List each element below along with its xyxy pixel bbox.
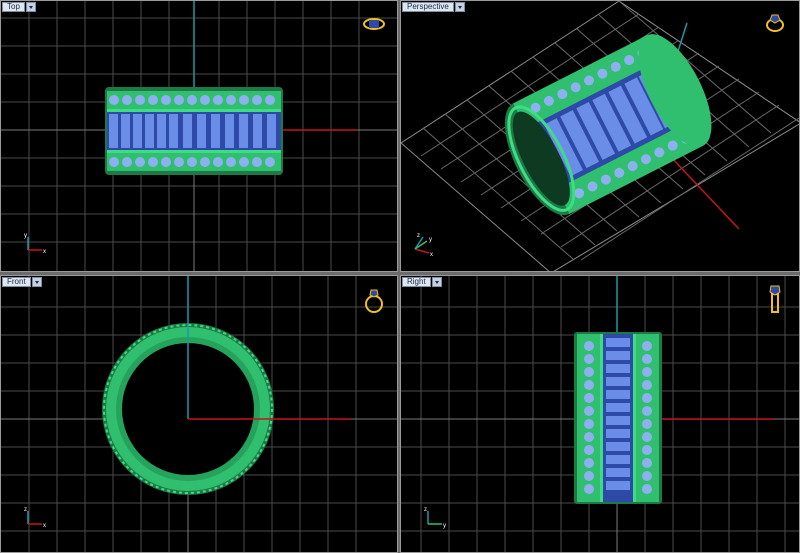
perspective-axis-x-label: x: [430, 252, 433, 258]
right-axis-y-label: y: [443, 523, 446, 529]
front-axis-widget: z x: [24, 507, 46, 529]
right-scene: z y: [401, 276, 799, 552]
top-scene: y x: [1, 1, 397, 271]
ring-right-icon: [769, 285, 781, 313]
top-ring-model: [105, 87, 283, 175]
front-axis-z-label: z: [24, 507, 27, 513]
tab-perspective[interactable]: Perspective: [402, 2, 465, 12]
tab-perspective-label[interactable]: Perspective: [402, 2, 454, 12]
chevron-down-icon[interactable]: [431, 277, 442, 287]
perspective-axis-z-label: z: [417, 233, 420, 239]
perspective-ring-model: [504, 34, 712, 216]
chevron-down-icon[interactable]: [31, 277, 42, 287]
tab-top[interactable]: Top: [2, 2, 36, 12]
perspective-axis-y-label: y: [429, 237, 432, 243]
top-axis-x-label: x: [43, 249, 46, 255]
viewport-top[interactable]: y x Top: [0, 0, 398, 272]
front-axis-x-label: x: [43, 523, 46, 529]
tab-right[interactable]: Right: [402, 277, 442, 287]
ring-perspective-icon: [766, 14, 784, 32]
viewport-right[interactable]: z y Right: [400, 275, 800, 553]
right-ring-model: [574, 332, 662, 504]
viewport-front[interactable]: z x Front: [0, 275, 398, 553]
tab-top-label[interactable]: Top: [2, 2, 25, 12]
right-axis-z-label: z: [424, 507, 427, 513]
tab-front[interactable]: Front: [2, 277, 42, 287]
viewport-perspective[interactable]: z y x Perspective: [400, 0, 800, 272]
top-axis-y-label: y: [24, 233, 27, 239]
chevron-down-icon[interactable]: [25, 2, 36, 12]
tab-right-label[interactable]: Right: [402, 277, 431, 287]
chevron-down-icon[interactable]: [454, 2, 465, 12]
top-axis-widget: y x: [24, 233, 46, 255]
right-axis-widget: z y: [424, 507, 446, 529]
ring-front-icon: [365, 289, 383, 313]
front-scene: z x: [1, 276, 397, 552]
ring-top-icon: [363, 18, 385, 30]
perspective-scene: z y x: [401, 1, 799, 271]
tab-front-label[interactable]: Front: [2, 277, 31, 287]
